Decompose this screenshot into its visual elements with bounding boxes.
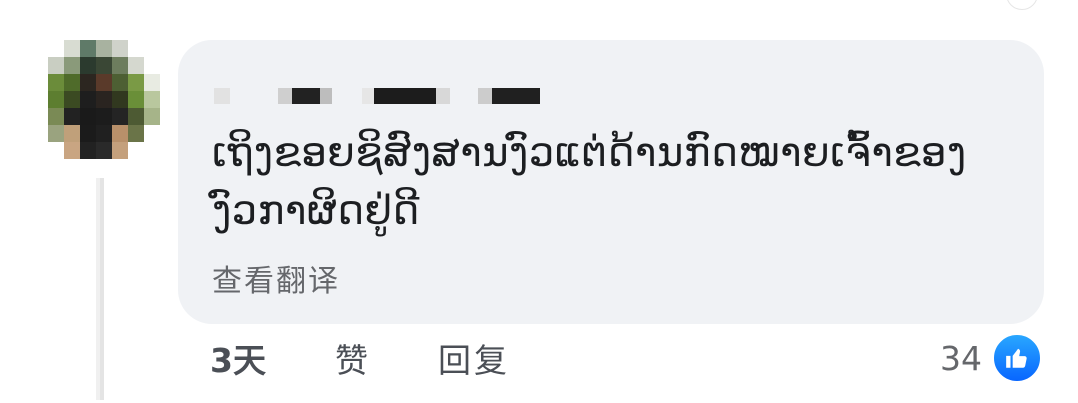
thread-line <box>96 178 112 400</box>
reaction-count: 34 <box>940 338 982 378</box>
reaction-summary[interactable]: 34 <box>940 333 1042 383</box>
partial-circle-decoration <box>1006 0 1038 10</box>
comment-view: ເຖິງຂອຍຊິສົງສານງົວແຕ່ດ້ານກົດໝາຍເຈົ້າຂອງງ… <box>0 0 1078 403</box>
avatar[interactable] <box>48 40 160 160</box>
like-button[interactable]: 赞 <box>335 334 395 382</box>
reply-button[interactable]: 回复 <box>438 334 528 382</box>
comment-text: ເຖິງຂອຍຊິສົງສານງົວແຕ່ດ້ານກົດໝາຍເຈົ້າຂອງງ… <box>212 130 967 234</box>
comment-actions: 3天 赞 回复 <box>210 334 507 382</box>
comment-timestamp[interactable]: 3天 <box>210 334 266 382</box>
thumbs-up-icon <box>992 333 1042 383</box>
author-name-redacted[interactable] <box>214 78 540 114</box>
see-translation-link[interactable]: 查看翻译 <box>212 256 340 300</box>
